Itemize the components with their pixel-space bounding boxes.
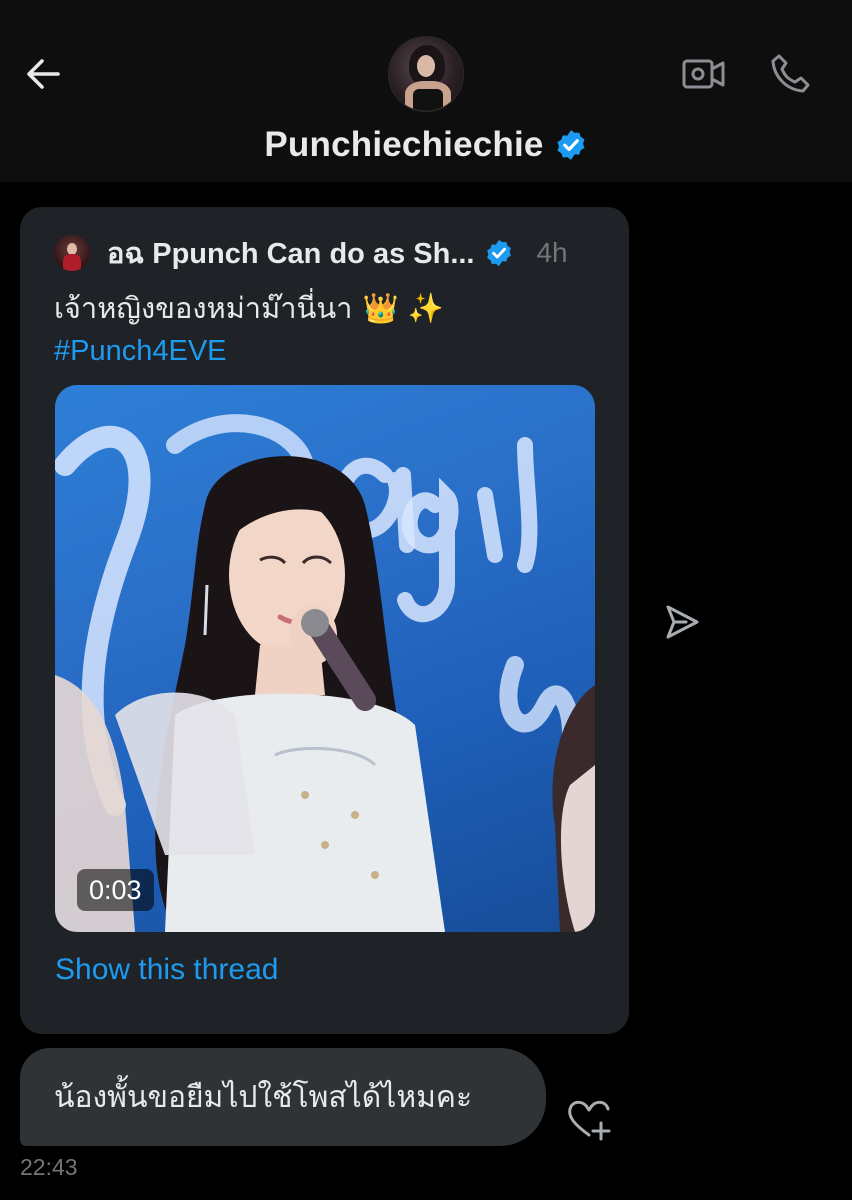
back-arrow-icon <box>27 59 60 89</box>
tweet-video[interactable]: 0:03 <box>55 385 595 932</box>
show-thread-link[interactable]: Show this thread <box>55 953 278 987</box>
shared-tweet-card[interactable]: อฉ Ppunch Can do as Sh... 4h เจ้าหญิงของ… <box>20 207 629 1034</box>
tweet-emojis: 👑 ✨ <box>362 291 444 325</box>
heart-add-icon <box>568 1100 611 1141</box>
share-send-icon <box>666 605 699 639</box>
video-duration: 0:03 <box>77 869 154 911</box>
video-call-button[interactable] <box>680 50 728 98</box>
message-timestamp: 22:43 <box>20 1154 78 1180</box>
tweet-author-avatar <box>54 235 90 271</box>
verified-badge-icon <box>487 239 512 267</box>
contact-name-row[interactable]: Punchiechiechie <box>0 120 852 170</box>
verified-badge-icon <box>557 130 585 160</box>
message-text: น้องพั้นขอยืมไปใช้โพสได้ไหมคะ <box>54 1080 473 1114</box>
tweet-hashtag[interactable]: #Punch4EVE <box>54 330 614 372</box>
audio-call-button[interactable] <box>766 50 814 98</box>
back-button[interactable] <box>20 50 68 98</box>
message-bubble[interactable]: น้องพั้นขอยืมไปใช้โพสได้ไหมคะ <box>20 1048 546 1146</box>
contact-name: Punchiechiechie <box>264 125 544 164</box>
phone-icon <box>771 54 810 93</box>
add-reaction-button[interactable] <box>564 1096 614 1142</box>
contact-avatar[interactable] <box>388 36 464 112</box>
tweet-timestamp: 4h <box>536 237 568 268</box>
video-camera-icon <box>682 59 725 89</box>
tweet-text: เจ้าหญิงของหม่าม๊านี่นา 👑 ✨ #Punch4EVE <box>54 287 614 372</box>
tweet-author-name: อฉ Ppunch Can do as Sh... <box>107 238 475 270</box>
dm-conversation: Punchiechiechie อฉ Ppunch Can do as Sh..… <box>0 0 852 1200</box>
tweet-author-row: อฉ Ppunch Can do as Sh... 4h <box>54 233 614 273</box>
share-tweet-button[interactable] <box>658 598 706 646</box>
video-thumbnail <box>55 414 595 932</box>
conversation-header: Punchiechiechie <box>0 0 852 182</box>
tweet-body: เจ้าหญิงของหม่าม๊านี่นา <box>54 293 353 325</box>
